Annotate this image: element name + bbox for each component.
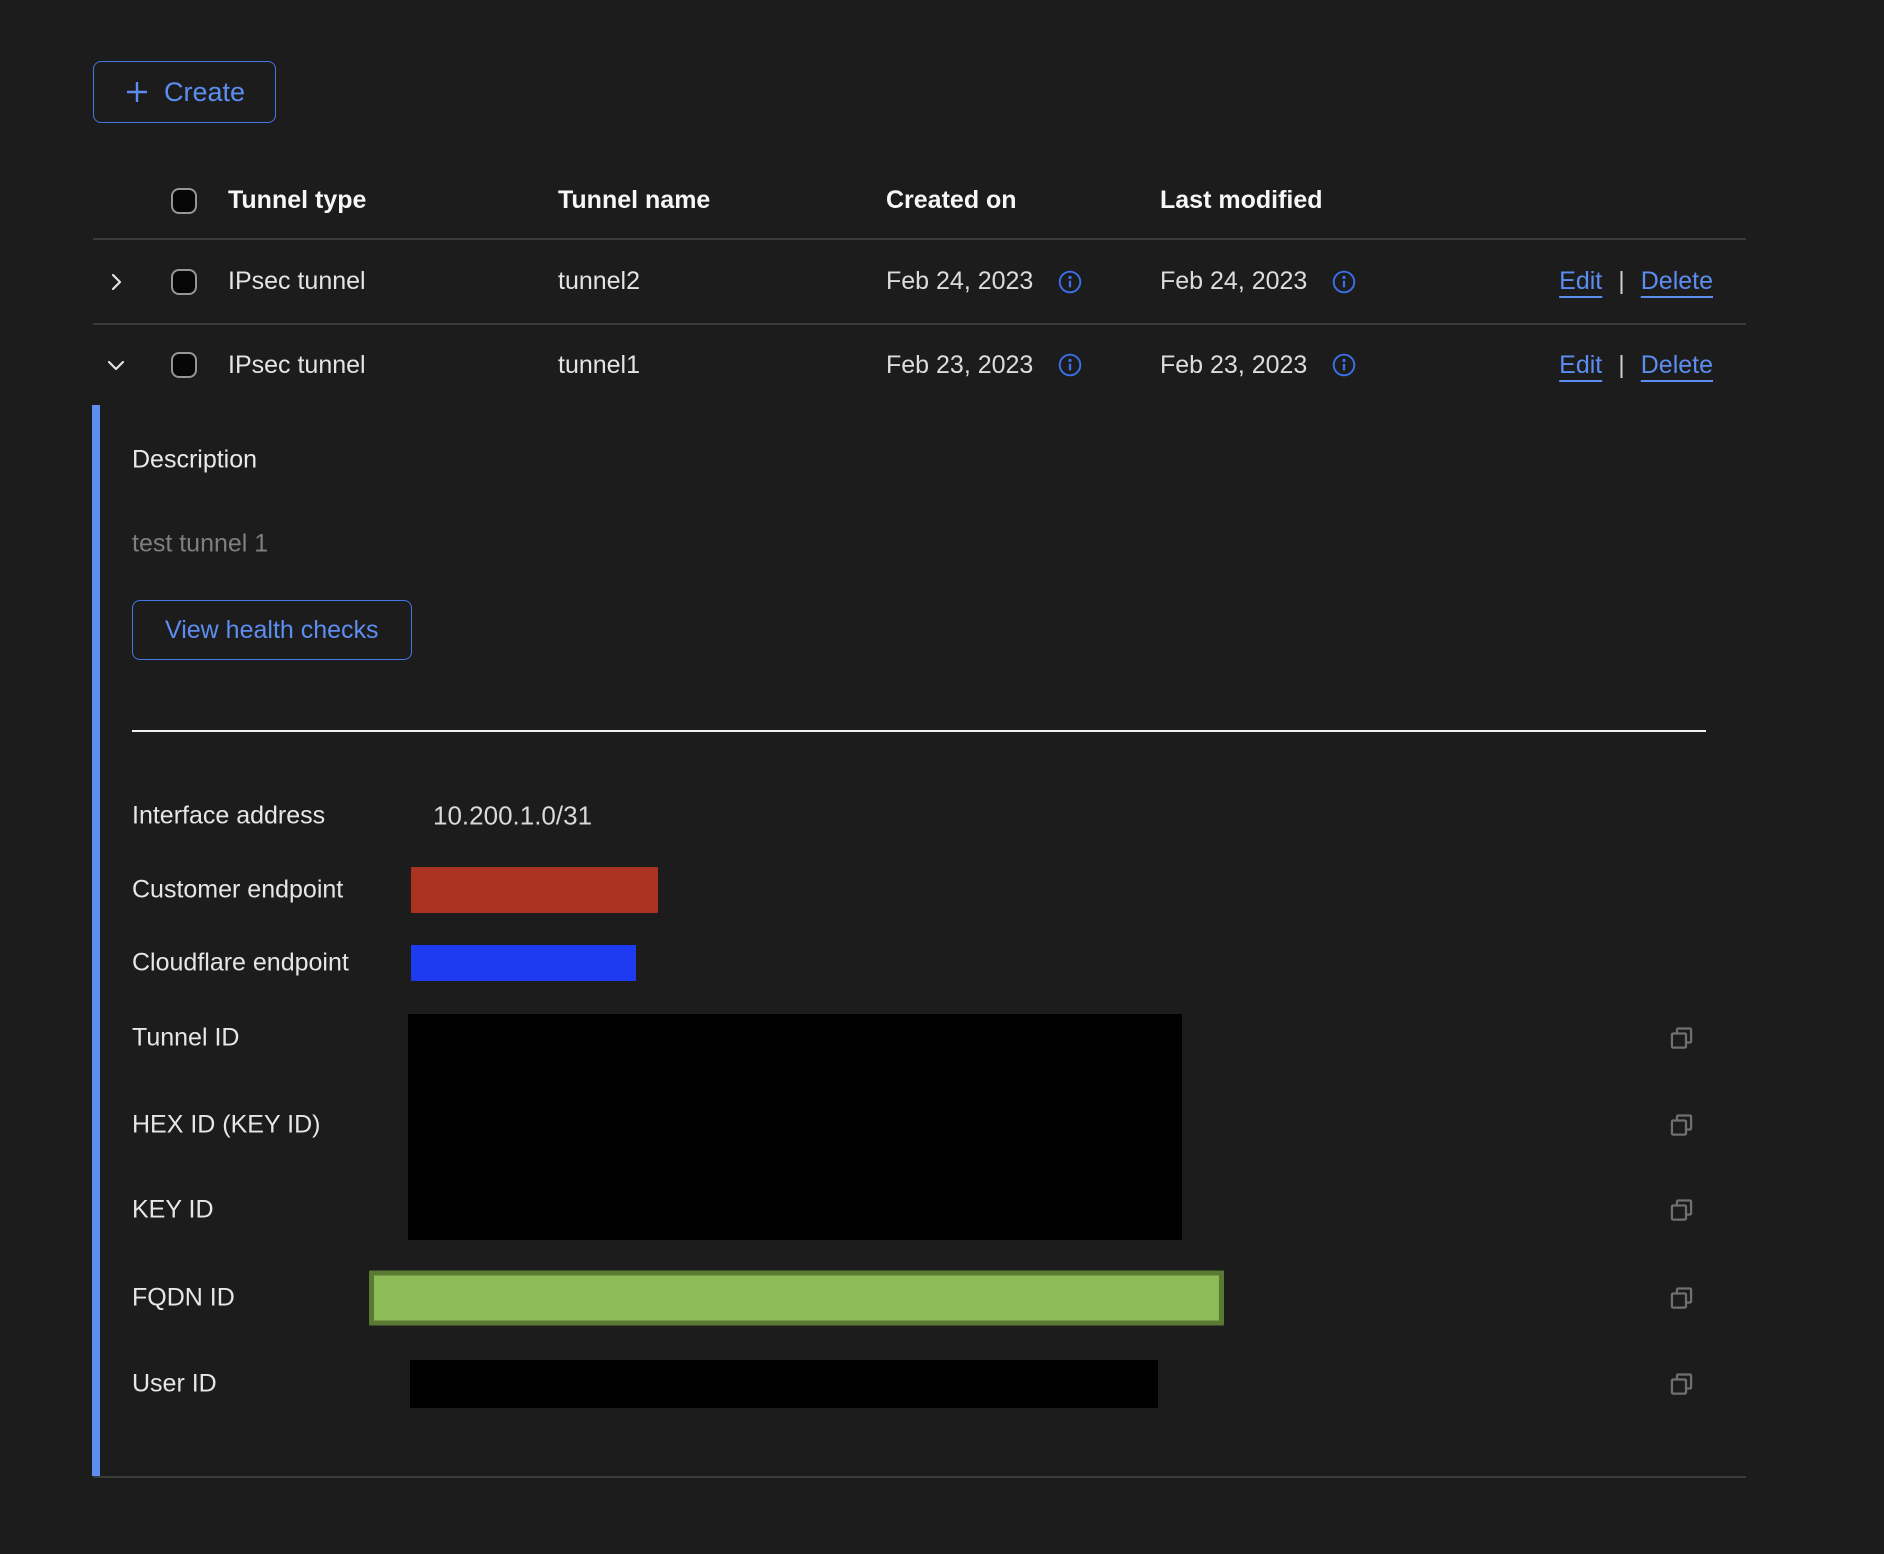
checkbox-cell [139, 352, 228, 378]
tunnel-type-cell: IPsec tunnel [228, 267, 558, 296]
created-on-cell: Feb 24, 2023 [886, 267, 1160, 296]
column-header-last-modified: Last modified [1160, 186, 1540, 215]
tunnel-id-redacted-value [408, 1014, 1182, 1240]
action-separator: | [1618, 267, 1625, 296]
copy-icon [1668, 1371, 1695, 1398]
page-content: Create Tunnel type Tunnel name Created o… [93, 0, 1746, 1478]
section-divider [132, 730, 1706, 732]
row-checkbox[interactable] [171, 269, 197, 295]
copy-key-id-button[interactable] [1668, 1197, 1695, 1224]
cloudflare-endpoint-label: Cloudflare endpoint [132, 949, 349, 978]
edit-link[interactable]: Edit [1559, 267, 1602, 296]
ipsec-tunnels-page: Create Tunnel type Tunnel name Created o… [0, 0, 1884, 1554]
expander-cell [93, 354, 139, 376]
fqdn-id-redacted-value [369, 1271, 1224, 1326]
tunnel-detail-panel: Description test tunnel 1 View health ch… [93, 405, 1746, 1478]
interface-address-label: Interface address [132, 802, 325, 831]
last-modified-cell: Feb 24, 2023 [1160, 267, 1540, 296]
cloudflare-endpoint-redacted-value [411, 945, 636, 981]
copy-icon [1668, 1197, 1695, 1224]
select-all-checkbox[interactable] [171, 188, 197, 214]
fqdn-id-label: FQDN ID [132, 1284, 235, 1313]
tunnels-table: Tunnel type Tunnel name Created on Last … [93, 163, 1746, 1478]
create-button-label: Create [164, 77, 245, 108]
last-modified-cell: Feb 23, 2023 [1160, 351, 1540, 380]
collapse-row-button[interactable] [93, 354, 139, 376]
create-button[interactable]: Create [93, 61, 276, 123]
description-label: Description [132, 446, 257, 475]
row-checkbox[interactable] [171, 352, 197, 378]
info-icon[interactable] [1331, 352, 1357, 378]
tunnel-id-label: Tunnel ID [132, 1024, 239, 1053]
delete-link[interactable]: Delete [1641, 267, 1713, 296]
customer-endpoint-label: Customer endpoint [132, 876, 343, 905]
column-header-tunnel-name: Tunnel name [558, 186, 886, 215]
edit-link[interactable]: Edit [1559, 351, 1602, 380]
table-row-tunnel2: IPsec tunnel tunnel2 Feb 24, 2023 Feb 24… [93, 240, 1746, 325]
tunnel-name-cell: tunnel2 [558, 267, 886, 296]
created-on-date: Feb 23, 2023 [886, 351, 1033, 380]
chevron-down-icon [105, 354, 127, 376]
table-row-tunnel1: IPsec tunnel tunnel1 Feb 23, 2023 Feb 23… [93, 325, 1746, 405]
created-on-date: Feb 24, 2023 [886, 267, 1033, 296]
info-icon[interactable] [1057, 269, 1083, 295]
checkbox-cell [139, 269, 228, 295]
view-health-checks-label: View health checks [165, 616, 379, 645]
panel-accent-bar [92, 405, 100, 1476]
column-header-tunnel-type: Tunnel type [228, 186, 558, 215]
copy-icon [1668, 1112, 1695, 1139]
copy-icon [1668, 1285, 1695, 1312]
copy-hex-id-button[interactable] [1668, 1112, 1695, 1139]
user-id-label: User ID [132, 1370, 217, 1399]
row-actions: Edit | Delete [1540, 267, 1746, 296]
description-value: test tunnel 1 [132, 530, 268, 559]
hex-id-label: HEX ID (KEY ID) [132, 1111, 320, 1140]
plus-icon [124, 79, 150, 105]
column-header-created-on: Created on [886, 186, 1160, 215]
header-checkbox-cell [139, 188, 228, 214]
copy-user-id-button[interactable] [1668, 1371, 1695, 1398]
last-modified-date: Feb 23, 2023 [1160, 351, 1307, 380]
tunnel-name-cell: tunnel1 [558, 351, 886, 380]
copy-tunnel-id-button[interactable] [1668, 1025, 1695, 1052]
chevron-right-icon [105, 271, 127, 293]
expander-cell [93, 271, 139, 293]
info-icon[interactable] [1331, 269, 1357, 295]
last-modified-date: Feb 24, 2023 [1160, 267, 1307, 296]
created-on-cell: Feb 23, 2023 [886, 351, 1160, 380]
tunnel-type-cell: IPsec tunnel [228, 351, 558, 380]
row-actions: Edit | Delete [1540, 351, 1746, 380]
customer-endpoint-redacted-value [411, 867, 658, 913]
delete-link[interactable]: Delete [1641, 351, 1713, 380]
key-id-label: KEY ID [132, 1196, 214, 1225]
expand-row-button[interactable] [93, 271, 139, 293]
interface-address-value: 10.200.1.0/31 [433, 801, 592, 832]
action-separator: | [1618, 351, 1625, 380]
copy-fqdn-id-button[interactable] [1668, 1285, 1695, 1312]
copy-icon [1668, 1025, 1695, 1052]
view-health-checks-button[interactable]: View health checks [132, 600, 412, 660]
info-icon[interactable] [1057, 352, 1083, 378]
table-header-row: Tunnel type Tunnel name Created on Last … [93, 163, 1746, 240]
user-id-redacted-value [410, 1360, 1158, 1408]
